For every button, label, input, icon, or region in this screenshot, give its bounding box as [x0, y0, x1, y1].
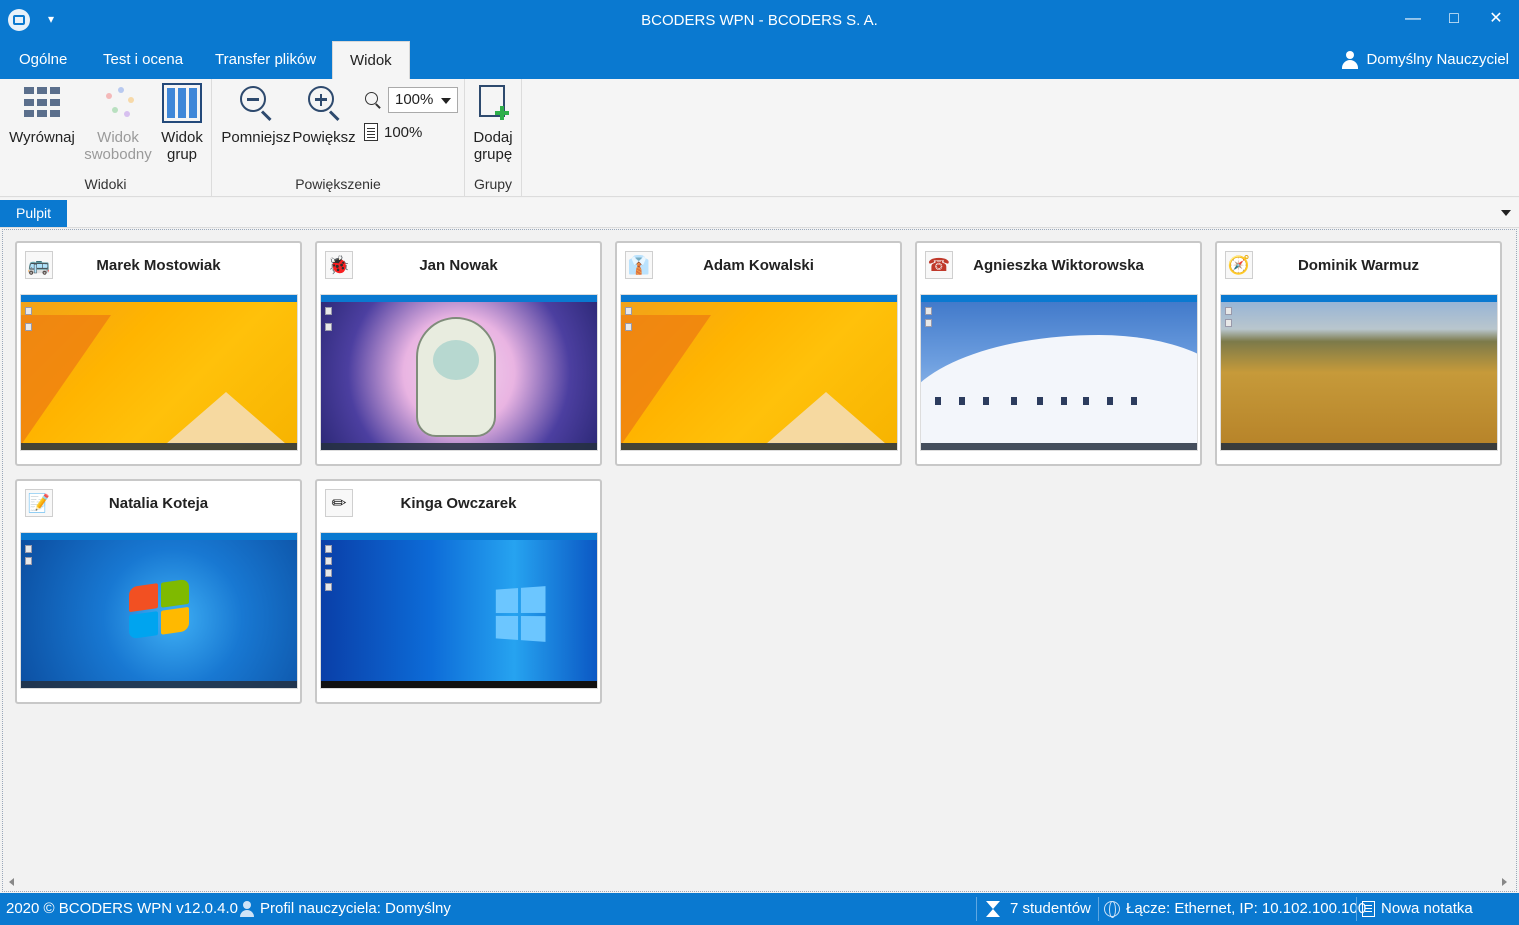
tab-widok[interactable]: Widok	[332, 41, 410, 79]
tab-test-i-ocena[interactable]: Test i ocena	[86, 41, 200, 79]
scroll-right-icon[interactable]	[1502, 878, 1507, 886]
tab-transfer-plikow[interactable]: Transfer plików	[198, 41, 333, 79]
student-card[interactable]: 🐞 Jan Nowak	[315, 241, 602, 466]
tab-pulpit[interactable]: Pulpit	[0, 200, 68, 227]
close-icon[interactable]: ✕	[1484, 8, 1508, 30]
note-icon	[1362, 901, 1375, 917]
student-name: Adam Kowalski	[703, 257, 814, 274]
student-name: Jan Nowak	[419, 257, 498, 274]
student-screen-thumbnail[interactable]	[1220, 294, 1498, 451]
student-name: Kinga Owczarek	[400, 495, 517, 512]
status-bar: 2020 © BCODERS WPN v12.0.4.0 Profil nauc…	[0, 893, 1519, 925]
student-name: Dominik Warmuz	[1297, 257, 1420, 274]
zoom-out-icon	[236, 83, 276, 123]
ribbon: Wyrównaj Widok swobodny Widok grup Widok…	[0, 79, 1519, 197]
chevron-down-icon	[441, 98, 451, 104]
status-connection[interactable]: Łącze: Ethernet, IP: 10.102.100.100	[1104, 893, 1366, 925]
page-icon	[364, 123, 378, 141]
user-menu[interactable]: Domyślny Nauczyciel	[1342, 41, 1509, 79]
user-icon	[1342, 51, 1359, 69]
status-copyright: 2020 © BCODERS WPN v12.0.4.0	[6, 900, 238, 917]
student-name: Natalia Koteja	[108, 495, 209, 512]
user-label: Domyślny Nauczyciel	[1366, 51, 1509, 68]
students-workspace: 🚌 Marek Mostowiak 🐞 Jan Nowak 👔 Adam Kow…	[2, 229, 1517, 892]
tab-ogolne[interactable]: Ogólne	[2, 41, 84, 79]
student-card[interactable]: 📝 Natalia Koteja	[15, 479, 302, 704]
free-view-button[interactable]: Widok swobodny	[80, 83, 156, 163]
page-zoom-row: 100%	[364, 123, 422, 141]
desktop-tab-strip: Pulpit	[0, 198, 1519, 228]
group-grupy: Dodaj grupę Grupy	[465, 79, 522, 197]
columns-icon	[162, 83, 202, 123]
scroll-left-icon[interactable]	[9, 878, 14, 886]
new-note-button[interactable]: Nowa notatka	[1362, 893, 1473, 925]
zoom-in-icon	[304, 83, 344, 123]
student-card[interactable]: 👔 Adam Kowalski	[615, 241, 902, 466]
maximize-icon[interactable]: □	[1442, 8, 1466, 30]
group-label-powiekszenie: Powiększenie	[295, 176, 381, 192]
group-label-grupy: Grupy	[473, 176, 513, 192]
group-label-widoki: Widoki	[84, 176, 127, 192]
student-screen-thumbnail[interactable]	[20, 294, 298, 451]
add-group-icon	[473, 83, 513, 123]
student-card[interactable]: ☎ Agnieszka Wiktorowska	[915, 241, 1202, 466]
zoom-select[interactable]: 100%	[388, 87, 458, 113]
student-screen-thumbnail[interactable]	[20, 532, 298, 689]
group-widoki: Wyrównaj Widok swobodny Widok grup Widok…	[0, 79, 212, 197]
zoom-select-row: 100%	[364, 87, 458, 113]
group-view-button[interactable]: Widok grup	[156, 83, 208, 163]
student-card[interactable]: ✏ Kinga Owczarek	[315, 479, 602, 704]
window-title: BCODERS WPN - BCODERS S. A.	[641, 12, 878, 29]
student-screen-thumbnail[interactable]	[620, 294, 898, 451]
student-screen-thumbnail[interactable]	[320, 294, 598, 451]
minimize-icon[interactable]: —	[1401, 8, 1425, 30]
group-powiekszenie: Pomniejsz Powiększ 100% 100% Powiększeni…	[212, 79, 465, 197]
zoom-in-button[interactable]: Powiększ	[292, 83, 356, 146]
title-bar: ▾ BCODERS WPN - BCODERS S. A. — □ ✕	[0, 0, 1519, 41]
magnifier-icon	[364, 91, 382, 109]
page-zoom-value: 100%	[384, 123, 423, 141]
globe-icon	[1104, 901, 1120, 918]
student-screen-thumbnail[interactable]	[320, 532, 598, 689]
align-button[interactable]: Wyrównaj	[6, 83, 78, 146]
status-teacher-profile[interactable]: Profil nauczyciela: Domyślny	[240, 893, 451, 925]
status-students-count[interactable]: 7 studentów	[986, 893, 1091, 925]
scatter-dots-icon	[98, 83, 138, 123]
teacher-icon	[240, 901, 254, 917]
ribbon-tabs: Ogólne Test i ocena Transfer plików Wido…	[0, 41, 1519, 79]
chevron-down-icon[interactable]	[1501, 210, 1511, 216]
student-card[interactable]: 🧭 Dominik Warmuz	[1215, 241, 1502, 466]
grid-icon	[22, 83, 62, 123]
student-card[interactable]: 🚌 Marek Mostowiak	[15, 241, 302, 466]
add-group-button[interactable]: Dodaj grupę	[467, 83, 519, 163]
student-screen-thumbnail[interactable]	[920, 294, 1198, 451]
student-name: Marek Mostowiak	[96, 257, 221, 274]
student-name: Agnieszka Wiktorowska	[973, 257, 1144, 274]
zoom-out-button[interactable]: Pomniejsz	[218, 83, 294, 146]
hourglass-icon	[986, 901, 1000, 917]
